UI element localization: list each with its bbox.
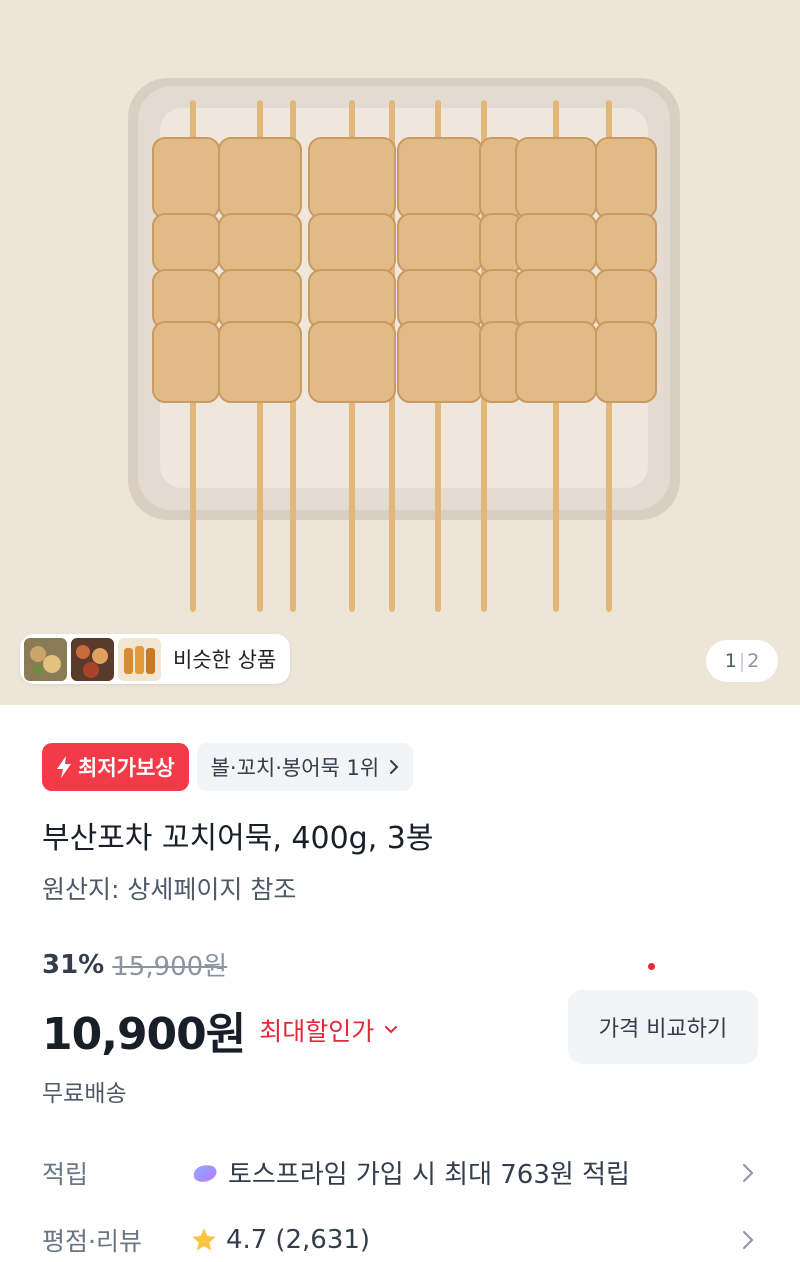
- fishcake-piece: [218, 321, 302, 403]
- lightning-icon: [57, 756, 71, 778]
- rating-score: 4.7: [226, 1225, 268, 1255]
- pager-total: 2: [747, 650, 760, 672]
- fishcake-piece: [397, 213, 483, 273]
- fishcake-piece: [595, 137, 657, 219]
- discount-percent: 31%: [42, 949, 105, 980]
- fishcake-piece: [515, 321, 597, 403]
- review-count: (2,631): [275, 1225, 371, 1255]
- pager-current: 1: [724, 650, 737, 672]
- sale-price: 10,900원: [42, 1009, 246, 1060]
- fishcake-piece: [515, 137, 597, 219]
- chevron-down-icon: [385, 1026, 398, 1034]
- fishcake-piece: [308, 213, 396, 273]
- discount-row: 31% 15,900원: [42, 946, 227, 983]
- fishcake-piece: [397, 321, 483, 403]
- fishcake-piece: [397, 269, 483, 329]
- fishcake-piece: [218, 269, 302, 329]
- fishcake-piece: [515, 213, 597, 273]
- fishcake-piece: [152, 137, 220, 219]
- pager-separator: |: [738, 650, 746, 672]
- fishcake-piece: [397, 137, 483, 219]
- fishcake-piece: [595, 269, 657, 329]
- compare-price-button[interactable]: 가격 비교하기: [568, 990, 758, 1064]
- similar-thumb-3: [118, 637, 161, 681]
- points-row[interactable]: 적립 토스프라임 가입 시 최대 763원 적립: [42, 1154, 758, 1191]
- toss-prime-icon: [193, 1164, 217, 1182]
- badge-row: 최저가보상 볼·꼬치·봉어묵 1위: [42, 743, 414, 791]
- similar-products-label: 비슷한 상품: [173, 648, 277, 672]
- fishcake-piece: [308, 137, 396, 219]
- max-discount-toggle[interactable]: 최대할인가: [259, 1012, 398, 1048]
- points-value: 토스프라임 가입 시 최대 763원 적립: [228, 1160, 630, 1190]
- fishcake-piece: [218, 137, 302, 219]
- lowest-price-badge[interactable]: 최저가보상: [42, 743, 189, 791]
- rating-label: 평점·리뷰: [42, 1227, 142, 1256]
- product-image-gallery[interactable]: 비슷한 상품 1 | 2: [0, 0, 800, 705]
- product-origin: 원산지: 상세페이지 참조: [42, 875, 297, 904]
- product-title: 부산포차 꼬치어묵, 400g, 3봉: [42, 821, 434, 856]
- fishcake-piece: [152, 269, 220, 329]
- chevron-right-icon: [743, 1163, 754, 1182]
- fishcake-piece: [308, 269, 396, 329]
- similar-thumb-2: [71, 637, 114, 681]
- points-label: 적립: [42, 1159, 89, 1189]
- similar-thumb-1: [24, 637, 67, 681]
- fishcake-piece: [152, 213, 220, 273]
- shipping-info: 무료배송: [42, 1081, 127, 1107]
- image-pager: 1 | 2: [706, 640, 778, 682]
- fishcake-piece: [152, 321, 220, 403]
- fishcake-piece: [308, 321, 396, 403]
- max-discount-label: 최대할인가: [259, 1017, 375, 1046]
- star-icon: [192, 1228, 216, 1251]
- lowest-price-label: 최저가보상: [78, 756, 175, 780]
- fishcake-piece: [218, 213, 302, 273]
- fishcake-piece: [515, 269, 597, 329]
- ranking-badge[interactable]: 볼·꼬치·봉어묵 1위: [196, 743, 414, 791]
- notification-dot: [648, 963, 655, 970]
- price-row: 10,900원 최대할인가: [42, 998, 398, 1062]
- similar-products-button[interactable]: 비슷한 상품: [20, 634, 291, 684]
- rating-row[interactable]: 평점·리뷰 4.7 (2,631): [42, 1222, 758, 1258]
- fishcake-piece: [595, 213, 657, 273]
- original-price: 15,900원: [112, 952, 228, 982]
- chevron-right-icon: [390, 760, 399, 774]
- ranking-label: 볼·꼬치·봉어묵 1위: [210, 756, 380, 780]
- chevron-right-icon: [743, 1231, 754, 1249]
- fishcake-piece: [595, 321, 657, 403]
- product-image: [0, 0, 800, 705]
